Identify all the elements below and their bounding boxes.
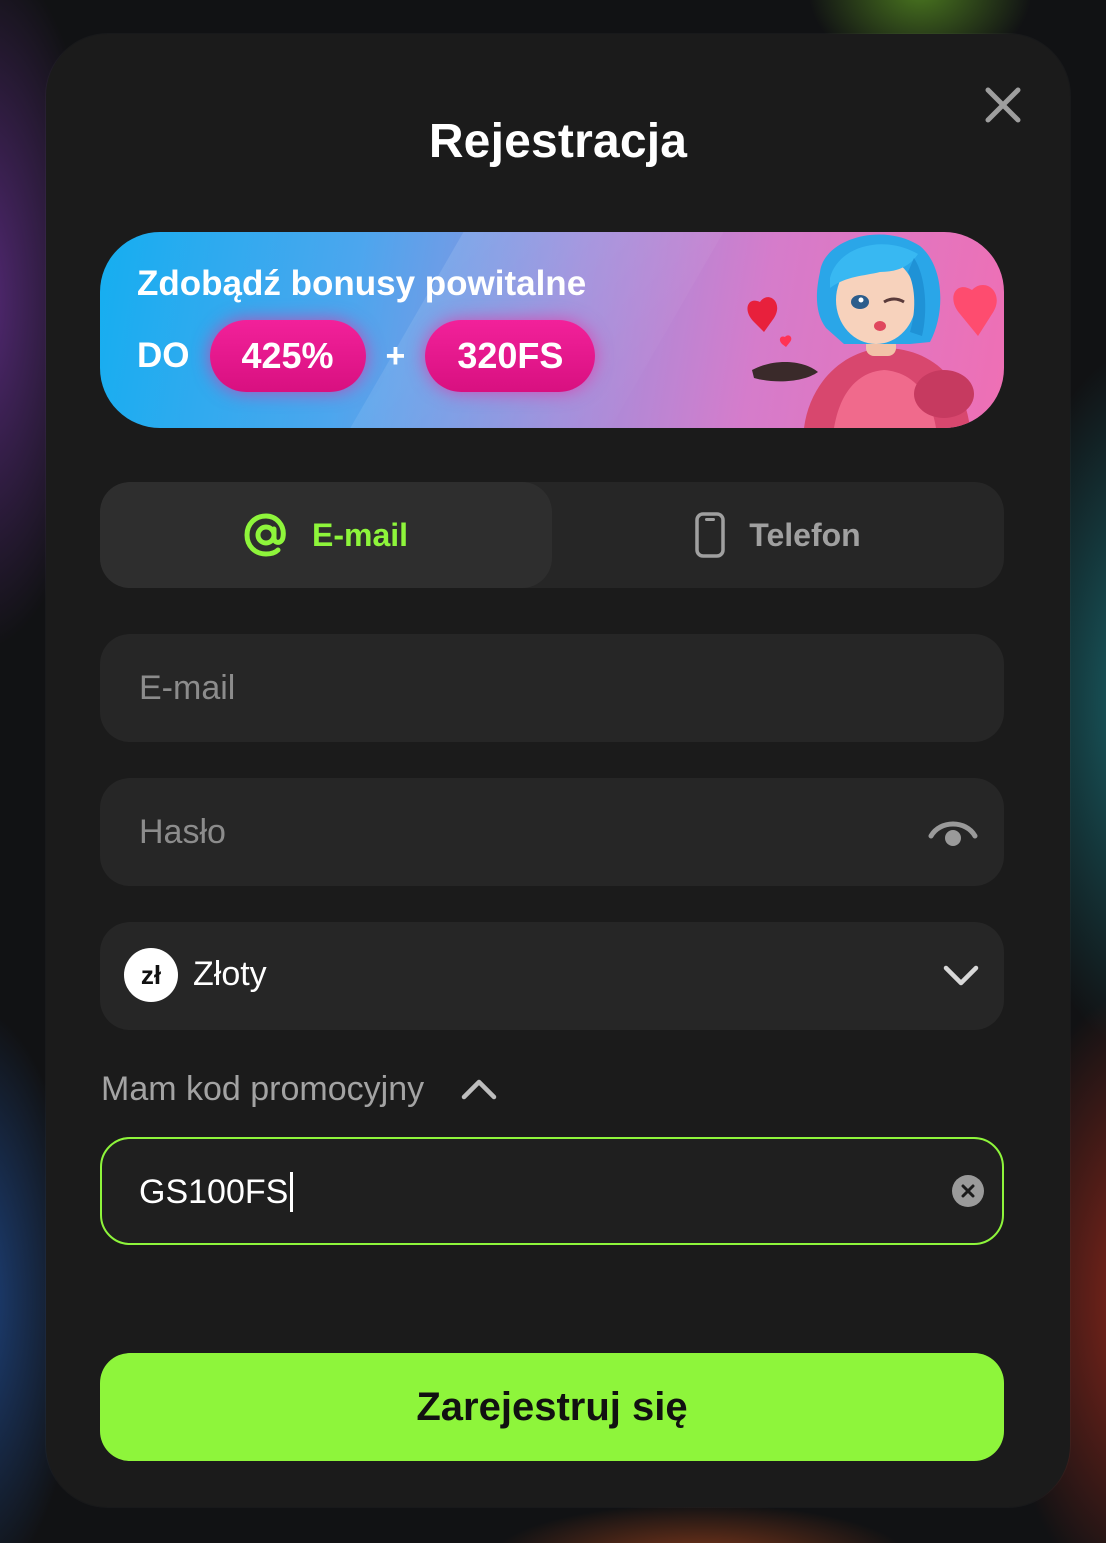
tab-email[interactable]: E-mail [100,482,552,588]
welcome-bonus-banner[interactable]: Zdobądź bonusy powitalne DO 425% + 320FS [100,232,1004,428]
tab-phone-label: Telefon [749,516,861,553]
promo-code-toggle[interactable]: Mam kod promocyjny [101,1070,498,1109]
currency-select[interactable]: zł Złoty [100,922,1004,1030]
banner-prefix: DO [137,336,190,375]
email-field-wrapper [100,634,1004,742]
banner-bonus-row: DO 425% + 320FS [137,320,596,392]
eye-icon [928,821,978,846]
banner-plus: + [385,336,406,375]
modal-title: Rejestracja [428,115,688,168]
chevron-up-icon [461,1079,497,1099]
heart-icon [953,285,997,336]
show-password-button[interactable] [928,814,978,850]
heart-icon [747,297,778,332]
register-button[interactable]: Zarejestruj się [100,1353,1004,1461]
chevron-down-icon [943,965,979,986]
bonus-percent-pill: 425% [209,320,366,392]
clear-promo-button[interactable] [952,1175,984,1207]
heart-icon [779,335,792,347]
tab-email-label: E-mail [311,516,409,553]
password-input[interactable] [100,778,1004,886]
phone-icon [695,512,726,558]
close-icon [985,87,1021,123]
registration-modal: Rejestracja Zdobądź bonusy powitalne DO … [46,34,1070,1507]
currency-symbol-badge: zł [124,948,178,1002]
promo-code-value: GS100FS [139,1172,289,1211]
mascot-illustration [747,234,997,428]
email-input[interactable] [100,634,1004,742]
promo-code-toggle-label: Mam kod promocyjny [101,1070,425,1108]
promo-code-input[interactable]: GS100FS [100,1137,1004,1245]
clear-icon [961,1184,975,1198]
at-icon [244,513,288,557]
signup-method-tabs: E-mail Telefon [100,482,1004,588]
banner-heading: Zdobądź bonusy powitalne [137,264,587,303]
text-caret [290,1172,294,1212]
tab-phone[interactable]: Telefon [552,482,1004,588]
currency-label: Złoty [193,955,267,993]
close-button[interactable] [980,82,1026,128]
password-field-wrapper [100,778,1004,886]
free-spins-pill: 320FS [425,320,596,392]
